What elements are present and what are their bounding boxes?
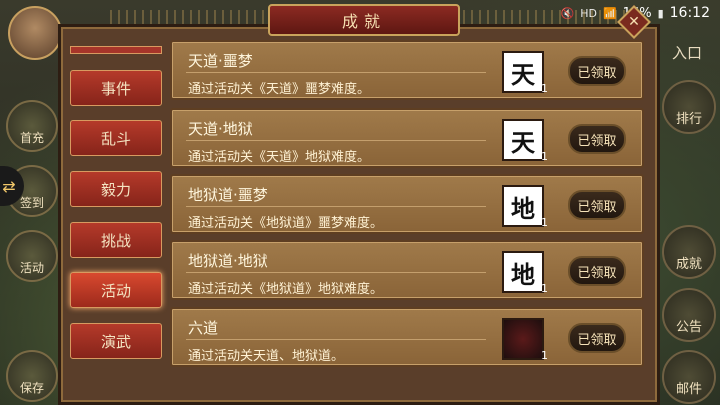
achievement-desc: 通过活动关《地狱道》地狱难度。 [188,282,384,297]
mail-button[interactable]: 邮件 [662,350,716,404]
achievement-title: 地狱道·地狱 [188,252,268,270]
claimed-button[interactable]: 已领取 [568,190,626,220]
reward-icon[interactable]: 地1 [502,185,548,229]
achievement-row: 天道·噩梦 通过活动关《天道》噩梦难度。 天1 已领取 [170,40,644,100]
category-event[interactable]: 事件 [70,70,162,106]
reward-glyph: 天 [511,59,535,89]
reward-glyph: 地 [511,193,535,223]
category-perseverance[interactable]: 毅力 [70,171,162,207]
reward-glyph: 天 [511,127,535,157]
divider [186,140,486,141]
notice-button[interactable]: 公告 [662,288,716,342]
claimed-button[interactable]: 已领取 [568,323,626,353]
reward-qty: 1 [541,349,548,362]
claimed-button[interactable]: 已领取 [568,56,626,86]
divider [186,206,486,207]
battery-icon: ▮ [657,6,664,20]
header-ornament-right [455,10,625,24]
category-activity[interactable]: 活动 [70,272,162,308]
clock: 16:12 [669,5,710,21]
notice-label: 公告 [675,320,702,335]
reward-qty: 1 [541,282,548,295]
achievement-row: 天道·地狱 通过活动关《天道》地狱难度。 天1 已领取 [170,108,644,168]
reward-icon[interactable]: 地1 [502,251,548,295]
achievement-desc: 通过活动关《天道》地狱难度。 [188,150,371,165]
divider [186,272,486,273]
reward-icon[interactable]: 天1 [502,51,548,95]
achievement-title: 地狱道·噩梦 [188,186,268,204]
sign-in-label: 签到 [19,196,44,210]
category-drill[interactable]: 演武 [70,323,162,359]
ranking-label: 排行 [675,112,702,127]
close-icon: ✕ [628,14,640,30]
achievement-row: 地狱道·噩梦 通过活动关《地狱道》噩梦难度。 地1 已领取 [170,174,644,234]
achievement-desc: 通过活动关天道、地狱道。 [188,349,345,364]
mail-label: 邮件 [675,382,702,397]
reward-glyph: 地 [511,259,535,289]
header-ornament-left [110,10,280,24]
achievement-title: 六道 [188,319,219,337]
events-label: 活动 [19,261,44,275]
category-challenge[interactable]: 挑战 [70,222,162,258]
achievement-title: 天道·噩梦 [188,52,253,70]
player-avatar[interactable] [8,6,62,60]
divider [186,339,486,340]
ranking-button[interactable]: 排行 [662,80,716,134]
achievement-label: 成就 [675,257,702,272]
achievement-desc: 通过活动关《天道》噩梦难度。 [188,82,371,97]
first-recharge-label: 首充 [19,131,44,145]
save-label: 保存 [19,381,44,395]
weapon-item-icon[interactable]: 1 [502,318,548,362]
entry-button[interactable]: 入口 [672,42,702,63]
panel-title: 成就 [268,4,460,36]
events-button[interactable]: 活动 [6,230,58,282]
achievement-row: 地狱道·地狱 通过活动关《地狱道》地狱难度。 地1 已领取 [170,240,644,300]
reward-qty: 1 [541,216,548,229]
save-button[interactable]: 保存 [6,350,58,402]
achievement-row: 六道 通过活动关天道、地狱道。 1 已领取 [170,307,644,367]
claimed-button[interactable]: 已领取 [568,124,626,154]
claimed-button[interactable]: 已领取 [568,256,626,286]
achievement-button[interactable]: 成就 [662,225,716,279]
first-recharge-button[interactable]: 首充 [6,100,58,152]
achievement-title: 天道·地狱 [188,120,253,138]
reward-qty: 1 [541,150,548,163]
reward-icon[interactable]: 天1 [502,119,548,163]
achievement-desc: 通过活动关《地狱道》噩梦难度。 [188,216,384,231]
achievement-list[interactable]: 天道·噩梦 通过活动关《天道》噩梦难度。 天1 已领取 天道·地狱 通过活动关《… [170,40,644,380]
category-brawl[interactable]: 乱斗 [70,120,162,156]
divider [186,72,486,73]
reward-qty: 1 [541,82,548,95]
category-scroll-top [70,46,162,54]
